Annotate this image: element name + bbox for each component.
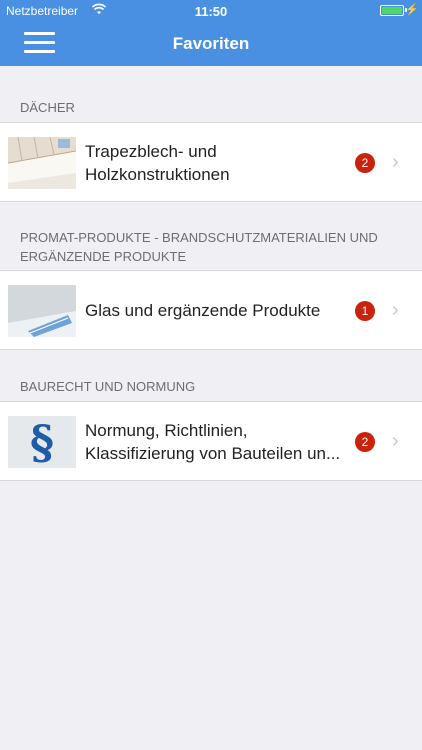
battery-icon xyxy=(380,5,404,16)
section-header-promat: PROMAT-PRODUKTE - BRANDSCHUTZMATERIALIEN… xyxy=(20,228,400,266)
list-item-normung[interactable]: § Normung, Richtlinien, Klassifizierung … xyxy=(0,401,422,481)
list-item-glas[interactable]: Glas und ergänzende Produkte 1 › xyxy=(0,270,422,350)
section-header-line2: ERGÄNZENDE PRODUKTE xyxy=(20,249,187,264)
item-label-line2: Klassifizierung von Bauteilen un... xyxy=(85,444,341,463)
chevron-right-icon: › xyxy=(392,151,399,173)
status-time: 11:50 xyxy=(194,4,228,19)
count-badge: 1 xyxy=(355,301,375,321)
count-badge: 2 xyxy=(355,432,375,452)
section-header-line1: PROMAT-PRODUKTE - BRANDSCHUTZMATERIALIEN… xyxy=(20,230,378,245)
charging-icon: ⚡ xyxy=(405,4,419,16)
item-label: Normung, Richtlinien, Klassifizierung vo… xyxy=(85,419,355,465)
paragraph-icon: § xyxy=(29,416,55,468)
section-header-daecher: DÄCHER xyxy=(20,100,75,115)
chevron-right-icon: › xyxy=(392,430,399,452)
status-bar: Netzbetreiber 11:50 ⚡ xyxy=(0,0,422,22)
item-label-line1: Trapezblech- und xyxy=(85,142,217,161)
navigation-bar: Netzbetreiber 11:50 ⚡ Favoriten xyxy=(0,0,422,66)
item-label-line2: Holzkonstruktionen xyxy=(85,165,230,184)
chevron-right-icon: › xyxy=(392,299,399,321)
count-badge: 2 xyxy=(355,153,375,173)
item-label: Glas und ergänzende Produkte xyxy=(85,301,321,320)
paragraph-sign-thumbnail: § xyxy=(8,416,76,468)
glass-panel-thumbnail xyxy=(8,285,76,337)
page-title: Favoriten xyxy=(172,34,250,53)
roof-structure-thumbnail xyxy=(8,137,76,189)
item-label-line1: Normung, Richtlinien, xyxy=(85,421,248,440)
section-header-baurecht: BAURECHT UND NORMUNG xyxy=(20,379,196,394)
item-label: Trapezblech- und Holzkonstruktionen xyxy=(85,140,355,186)
list-item-trapezblech[interactable]: Trapezblech- und Holzkonstruktionen 2 › xyxy=(0,122,422,202)
